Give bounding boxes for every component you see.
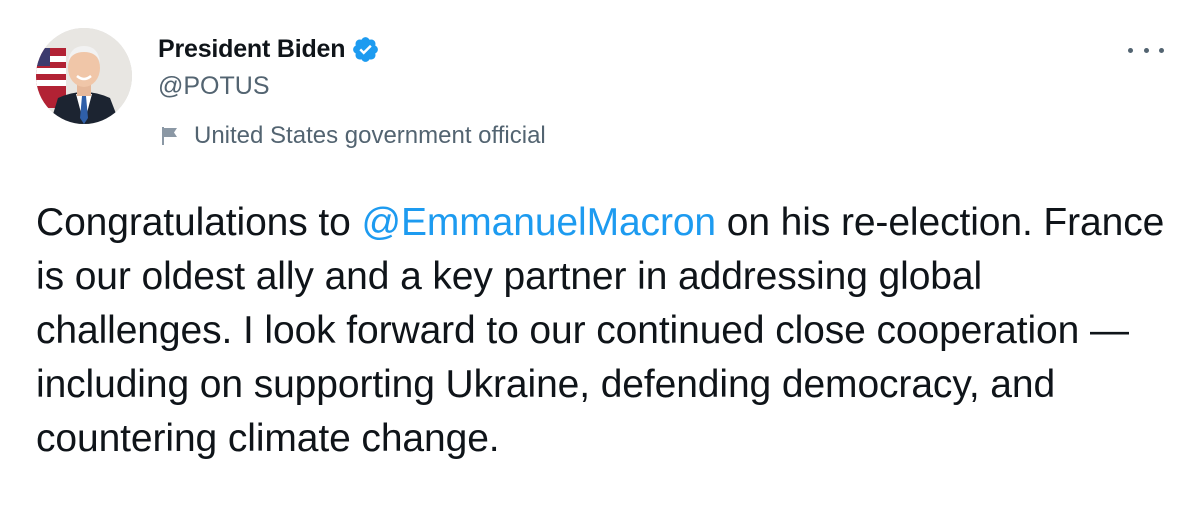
flag-icon [160,126,180,146]
author-handle[interactable]: @POTUS [158,72,270,101]
author-name-row: President Biden [158,32,380,66]
dot [1143,47,1149,53]
author-label-text[interactable]: United States government official [194,122,546,150]
tweet-text-part: Congratulations to [36,201,362,244]
portrait-avatar [36,28,132,124]
author-avatar[interactable] [36,28,132,124]
dot [1128,47,1133,53]
verified-badge-icon [351,35,380,64]
dot [1159,47,1164,53]
tweet-card: President Biden @POTUS United States gov… [0,0,1192,528]
author-label-row: United States government official [160,120,546,152]
tweet-text: Congratulations to @EmmanuelMacron on hi… [36,196,1176,466]
author-display-name[interactable]: President Biden [158,35,346,64]
mention-link[interactable]: @EmmanuelMacron [361,201,716,244]
more-options-icon[interactable] [1128,38,1164,62]
